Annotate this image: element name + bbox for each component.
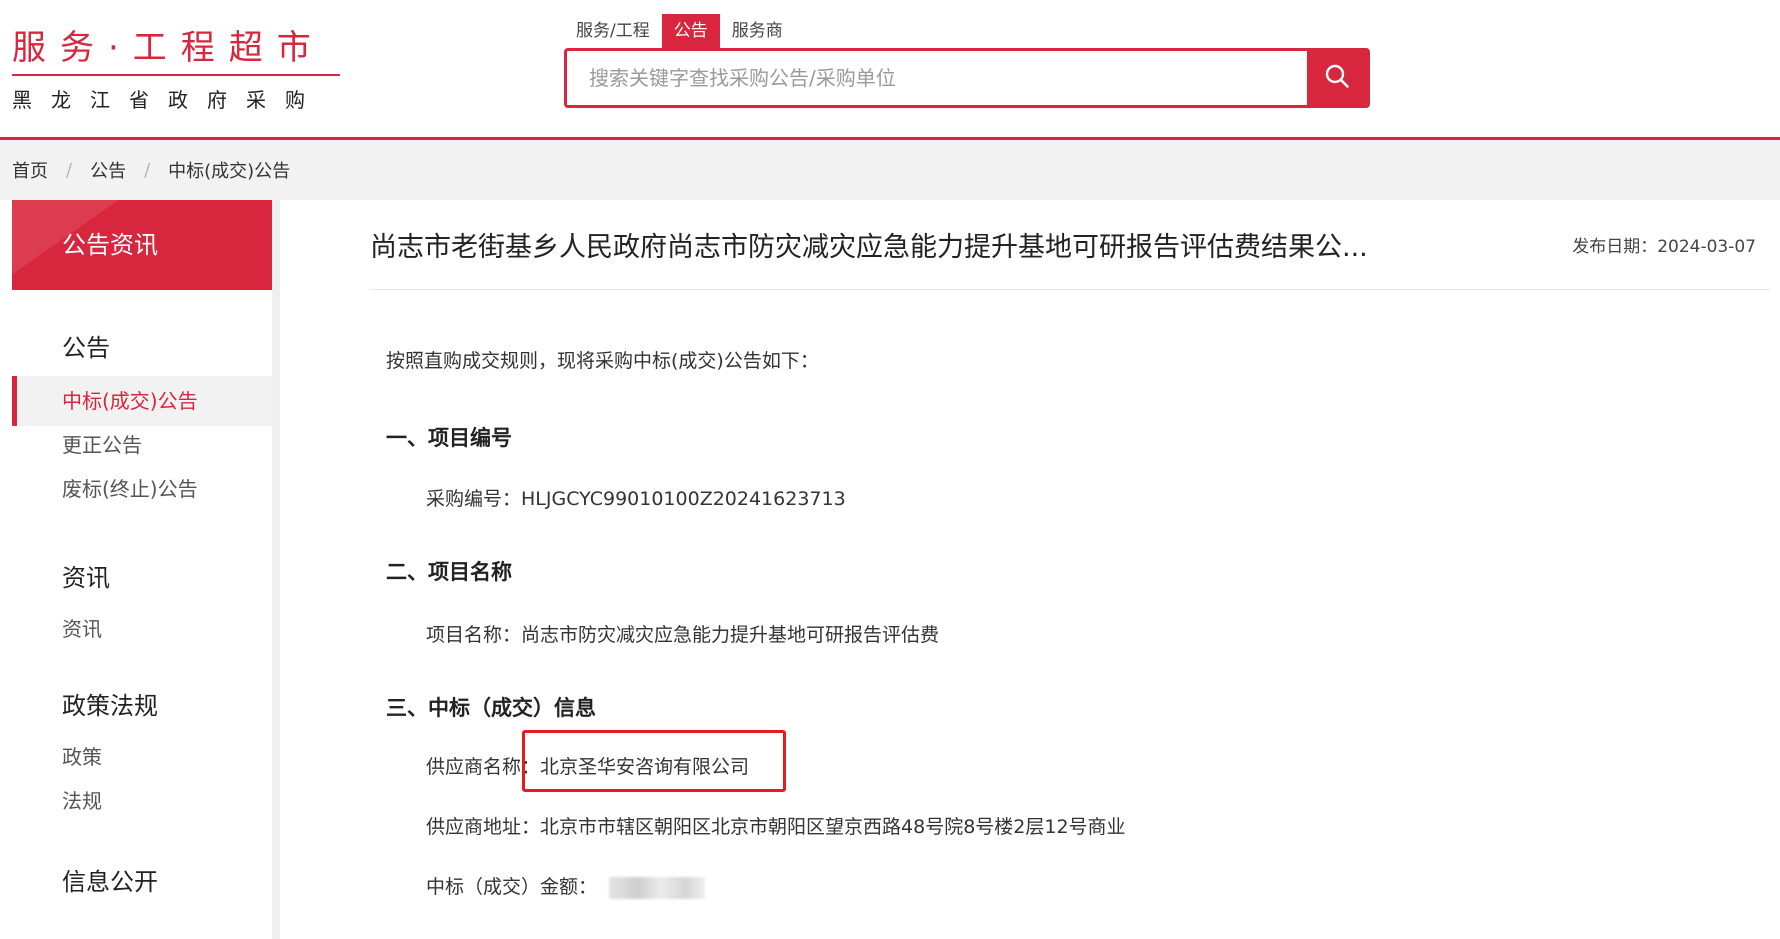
field-supplier-address: 供应商地址：北京市市辖区朝阳区北京市朝阳区望京西路48号院8号楼2层12号商业: [426, 812, 1126, 839]
search-button[interactable]: [1307, 51, 1367, 105]
search-tabs: 服务/工程 公告 服务商: [564, 14, 795, 48]
section-heading-award-info: 三、中标（成交）信息: [386, 696, 596, 720]
supplier-highlight-box: [522, 730, 786, 792]
sidebar-item-correction-announcement[interactable]: 更正公告: [12, 420, 272, 470]
field-procurement-number: 采购编号：HLJGCYC99010100Z20241623713: [426, 484, 846, 511]
publish-date-label: 发布日期：: [1572, 237, 1658, 257]
field-value: 尚志市防灾减灾应急能力提升基地可研报告评估费: [521, 624, 940, 646]
publish-date-value: 2024-03-07: [1657, 237, 1756, 257]
search-icon: [1324, 63, 1350, 93]
sidebar-item-award-announcement[interactable]: 中标(成交)公告: [12, 376, 272, 426]
logo-divider: [12, 74, 340, 76]
publish-date: 发布日期：2024-03-07: [1572, 232, 1756, 257]
sidebar-item-policy[interactable]: 政策: [12, 732, 272, 782]
article-intro: 按照直购成交规则，现将采购中标(成交)公告如下：: [386, 350, 819, 372]
breadcrumb-announcements[interactable]: 公告: [90, 157, 126, 183]
field-value: 北京市市辖区朝阳区北京市朝阳区望京西路48号院8号楼2层12号商业: [540, 816, 1126, 838]
breadcrumb-current: 中标(成交)公告: [168, 161, 291, 182]
search-box: [564, 48, 1370, 108]
tab-announcements[interactable]: 公告: [661, 14, 720, 48]
field-label: 中标（成交）金额：: [426, 876, 598, 898]
field-label: 项目名称：: [426, 624, 522, 646]
breadcrumb: 首页 / 公告 / 中标(成交)公告: [0, 140, 1780, 200]
article: 尚志市老街基乡人民政府尚志市防灾减灾应急能力提升基地可研报告评估费结果公... …: [370, 200, 1770, 899]
section-heading-project-number: 一、项目编号: [386, 426, 512, 450]
redacted-amount: [609, 876, 706, 899]
article-title: 尚志市老街基乡人民政府尚志市防灾减灾应急能力提升基地可研报告评估费结果公...: [370, 232, 1368, 263]
sidebar-group-announcements: 公告: [62, 334, 110, 362]
breadcrumb-home[interactable]: 首页: [12, 157, 48, 183]
sidebar-item-termination-announcement[interactable]: 废标(终止)公告: [12, 464, 272, 514]
logo-title: 服务·工程超市: [12, 28, 325, 68]
tab-service-providers[interactable]: 服务商: [720, 14, 795, 48]
sidebar-item-news[interactable]: 资讯: [12, 604, 272, 654]
sidebar-group-policy: 政策法规: [62, 692, 158, 720]
breadcrumb-separator: /: [66, 159, 73, 181]
sidebar-item-regulations[interactable]: 法规: [12, 776, 272, 826]
tab-services-engineering[interactable]: 服务/工程: [564, 14, 662, 48]
article-header: 尚志市老街基乡人民政府尚志市防灾减灾应急能力提升基地可研报告评估费结果公... …: [370, 200, 1770, 290]
sidebar-group-disclosure: 信息公开: [62, 868, 158, 896]
section-heading-project-name: 二、项目名称: [386, 560, 512, 584]
field-label: 采购编号：: [426, 488, 522, 510]
sidebar-header: 公告资讯: [12, 200, 272, 290]
sidebar: 公告资讯 公告 中标(成交)公告 更正公告 废标(终止)公告 资讯 资讯 政策法…: [12, 200, 280, 939]
breadcrumb-separator: /: [144, 159, 151, 181]
sidebar-group-news: 资讯: [62, 564, 110, 592]
site-logo[interactable]: 服务·工程超市 黑龙江省政府采购: [12, 28, 342, 113]
logo-subtitle: 黑龙江省政府采购: [12, 88, 324, 112]
field-value: HLJGCYC99010100Z20241623713: [521, 488, 846, 510]
search-input[interactable]: [567, 51, 1307, 105]
field-project-name: 项目名称：尚志市防灾减灾应急能力提升基地可研报告评估费: [426, 620, 939, 647]
field-label: 供应商地址：: [426, 816, 541, 838]
field-award-amount: 中标（成交）金额：: [426, 872, 706, 899]
